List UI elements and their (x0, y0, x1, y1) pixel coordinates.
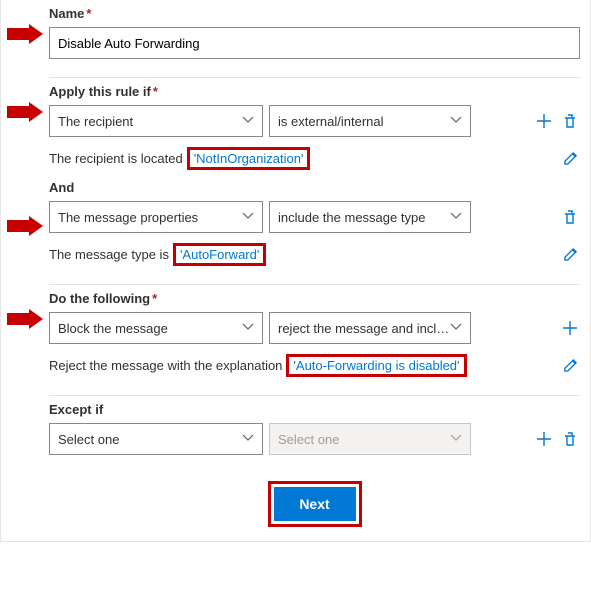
and-label: And (49, 180, 580, 195)
next-button[interactable]: Next (274, 487, 356, 521)
msgprops-select[interactable]: The message properties (49, 201, 263, 233)
edit-condition1-button[interactable] (560, 149, 580, 169)
recipient-select[interactable]: The recipient (49, 105, 263, 137)
section-name: Name* (49, 0, 580, 78)
chevron-down-icon (242, 321, 254, 336)
next-highlight: Next (268, 481, 362, 527)
chevron-down-icon (242, 432, 254, 447)
msgtype-select[interactable]: include the message type (269, 201, 471, 233)
action-highlight: 'Auto-Forwarding is disabled' (286, 354, 466, 377)
red-arrow-icon (7, 309, 43, 329)
add-condition-button[interactable] (534, 111, 554, 131)
delete-exception-button[interactable] (560, 429, 580, 449)
except-select-2: Select one (269, 423, 471, 455)
name-label: Name* (49, 2, 580, 21)
edit-condition2-button[interactable] (560, 245, 580, 265)
chevron-down-icon (242, 210, 254, 225)
condition1-desc: The recipient is located (49, 151, 183, 166)
chevron-down-icon (242, 114, 254, 129)
condition2-desc: The message type is (49, 247, 169, 262)
red-arrow-icon (7, 24, 43, 44)
action-label: Do the following* (49, 287, 580, 306)
red-arrow-icon (7, 102, 43, 122)
red-arrow-icon (7, 216, 43, 236)
add-action-button[interactable] (560, 318, 580, 338)
condition1-highlight: 'NotInOrganization' (187, 147, 311, 170)
apply-rule-label: Apply this rule if* (49, 80, 580, 99)
action-desc: Reject the message with the explanation (49, 358, 282, 373)
chevron-down-icon (450, 114, 462, 129)
name-input[interactable] (49, 27, 580, 59)
action-sub-select[interactable]: reject the message and incl… (269, 312, 471, 344)
condition2-highlight: 'AutoForward' (173, 243, 266, 266)
delete-condition-button[interactable] (560, 111, 580, 131)
chevron-down-icon (450, 321, 462, 336)
section-apply-rule: Apply this rule if* The recipient is ext… (49, 78, 580, 285)
edit-action-button[interactable] (560, 356, 580, 376)
except-select-1[interactable]: Select one (49, 423, 263, 455)
chevron-down-icon (450, 210, 462, 225)
delete-condition2-button[interactable] (560, 207, 580, 227)
except-label: Except if (49, 398, 580, 417)
chevron-down-icon (450, 432, 462, 447)
recipient-scope-select[interactable]: is external/internal (269, 105, 471, 137)
section-action: Do the following* Block the message reje… (49, 285, 580, 396)
add-exception-button[interactable] (534, 429, 554, 449)
section-except: Except if Select one Select one (49, 396, 580, 473)
action-select[interactable]: Block the message (49, 312, 263, 344)
